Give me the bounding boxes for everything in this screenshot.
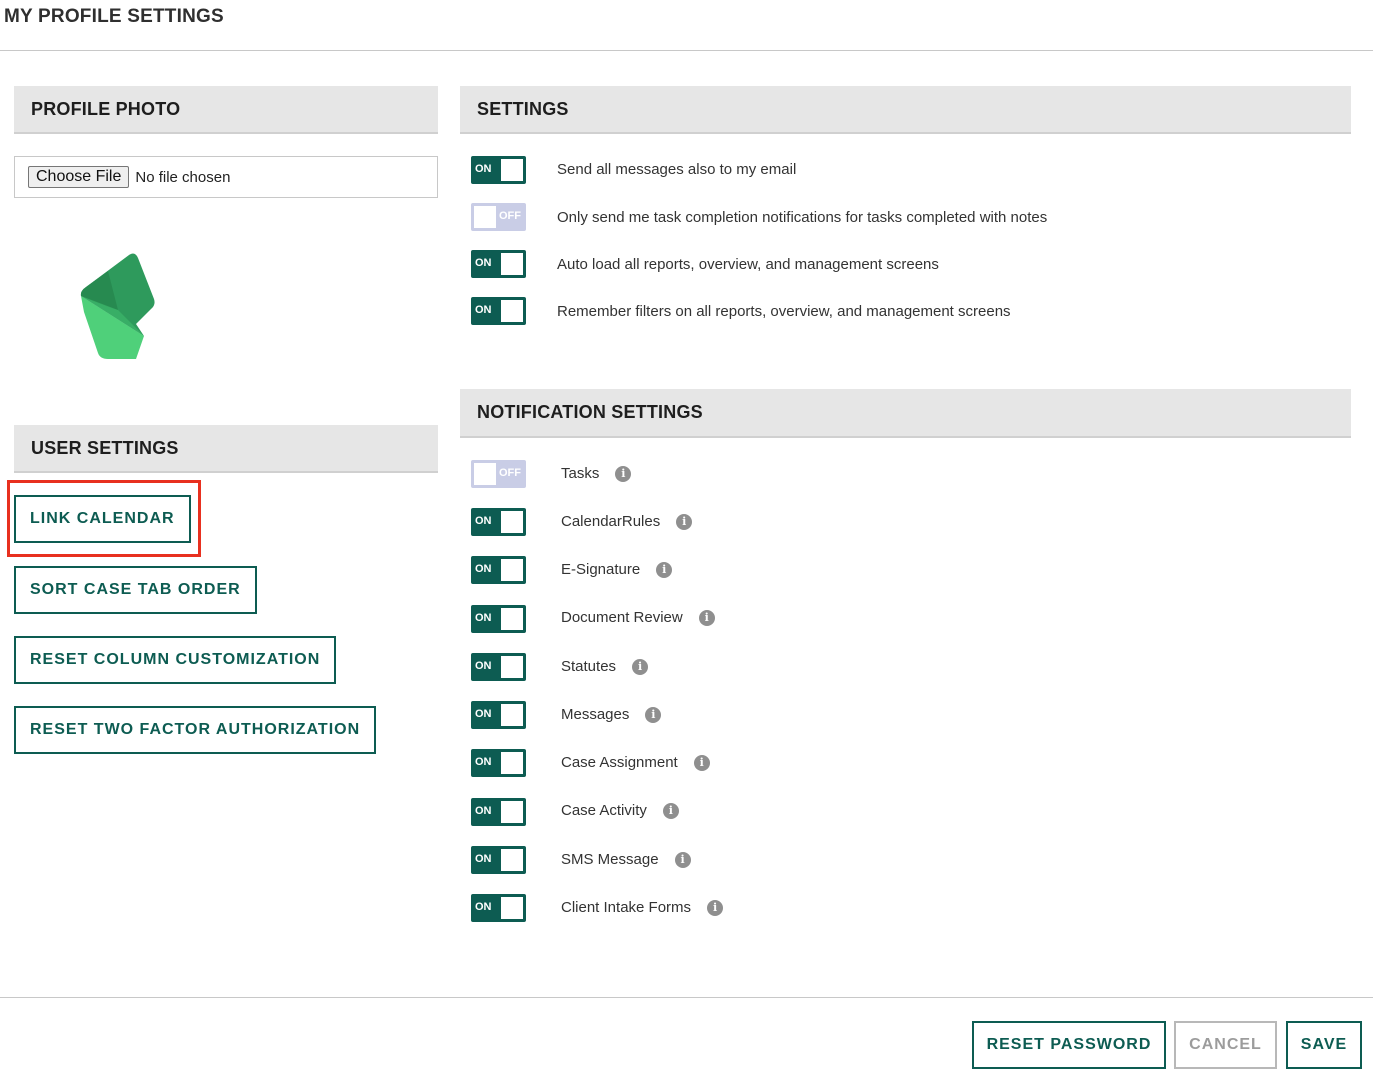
toggle-knob (474, 206, 496, 228)
toggle-notif-sms-message[interactable]: ON (471, 846, 526, 874)
toggle-knob (501, 300, 523, 322)
notif-label-document-review: Document Review i (561, 609, 715, 626)
notif-label-text: Client Intake Forms (561, 899, 692, 916)
info-icon[interactable]: i (707, 899, 724, 916)
notif-label-tasks: Tasks i (561, 465, 632, 482)
notification-settings-header: NOTIFICATION SETTINGS (460, 389, 1351, 438)
setting-label-remember-filters: Remember filters on all reports, overvie… (557, 303, 1011, 320)
toggle-notif-case-activity[interactable]: ON (471, 798, 526, 826)
sort-case-tab-order-button[interactable]: SORT CASE TAB ORDER (14, 566, 257, 614)
notif-label-sms-message: SMS Message i (561, 851, 691, 868)
notif-label-text: CalendarRules (561, 513, 661, 530)
setting-label-auto-load: Auto load all reports, overview, and man… (557, 256, 939, 273)
toggle-state: ON (475, 163, 492, 175)
notif-label-text: SMS Message (561, 851, 659, 868)
toggle-notif-client-intake-forms[interactable]: ON (471, 894, 526, 922)
notif-label-case-assignment: Case Assignment i (561, 754, 710, 771)
toggle-notif-tasks[interactable]: OFF (471, 460, 526, 488)
notif-label-text: Messages (561, 706, 630, 723)
file-input: Choose File No file chosen (14, 156, 438, 198)
toggle-state: ON (475, 257, 492, 269)
toggle-state: ON (475, 515, 492, 527)
toggle-notif-messages[interactable]: ON (471, 701, 526, 729)
toggle-knob (501, 253, 523, 275)
toggle-knob (501, 752, 523, 774)
header-divider (0, 50, 1373, 51)
toggle-state: ON (475, 708, 492, 720)
toggle-state: ON (475, 853, 492, 865)
footer-divider (0, 997, 1373, 998)
toggle-knob (501, 159, 523, 181)
profile-photo-header: PROFILE PHOTO (14, 86, 438, 134)
info-icon[interactable]: i (676, 513, 693, 530)
save-button[interactable]: SAVE (1286, 1021, 1362, 1069)
toggle-state: ON (475, 660, 492, 672)
toggle-state: ON (475, 756, 492, 768)
toggle-state: ON (475, 304, 492, 316)
toggle-notif-calendarrules[interactable]: ON (471, 508, 526, 536)
notif-label-text: Tasks (561, 465, 600, 482)
info-icon[interactable]: i (632, 658, 649, 675)
notif-label-text: Case Activity (561, 802, 647, 819)
notif-label-statutes: Statutes i (561, 658, 649, 675)
toggle-knob (501, 704, 523, 726)
notif-label-text: Document Review (561, 609, 683, 626)
toggle-state: OFF (499, 210, 521, 222)
notif-label-text: E-Signature (561, 561, 641, 578)
info-icon[interactable]: i (698, 609, 715, 626)
toggle-state: ON (475, 563, 492, 575)
setting-label-task-completion-notes: Only send me task completion notificatio… (557, 209, 1048, 226)
info-icon[interactable]: i (615, 465, 632, 482)
toggle-knob (501, 559, 523, 581)
toggle-state: ON (475, 805, 492, 817)
notif-label-text: Statutes (561, 658, 617, 675)
notif-label-case-activity: Case Activity i (561, 802, 679, 819)
toggle-notif-e-signature[interactable]: ON (471, 556, 526, 584)
info-icon[interactable]: i (662, 802, 679, 819)
toggle-state: ON (475, 612, 492, 624)
info-icon[interactable]: i (645, 706, 662, 723)
link-calendar-button[interactable]: LINK CALENDAR (14, 495, 191, 543)
notif-label-e-signature: E-Signature i (561, 561, 673, 578)
app-logo-icon (80, 253, 155, 359)
reset-two-factor-authorization-button[interactable]: RESET TWO FACTOR AUTHORIZATION (14, 706, 377, 754)
user-settings-header: USER SETTINGS (14, 425, 438, 473)
info-icon[interactable]: i (656, 561, 673, 578)
notif-label-calendarrules: CalendarRules i (561, 513, 693, 530)
toggle-knob (501, 849, 523, 871)
toggle-notif-document-review[interactable]: ON (471, 605, 526, 633)
setting-label-email-messages: Send all messages also to my email (557, 161, 797, 178)
cancel-button[interactable]: CANCEL (1174, 1021, 1277, 1069)
reset-column-customization-button[interactable]: RESET COLUMN CUSTOMIZATION (14, 636, 337, 684)
toggle-knob (501, 656, 523, 678)
toggle-knob (501, 897, 523, 919)
toggle-knob (501, 511, 523, 533)
toggle-knob (501, 608, 523, 630)
notif-label-text: Case Assignment (561, 754, 678, 771)
page-title: MY PROFILE SETTINGS (4, 6, 224, 27)
toggle-knob (501, 801, 523, 823)
toggle-notif-case-assignment[interactable]: ON (471, 749, 526, 777)
toggle-remember-filters[interactable]: ON (471, 297, 526, 325)
file-status: No file chosen (135, 168, 231, 186)
toggle-knob (474, 463, 496, 485)
notif-label-client-intake-forms: Client Intake Forms i (561, 899, 724, 916)
toggle-state: ON (475, 901, 492, 913)
settings-header: SETTINGS (460, 86, 1351, 134)
toggle-auto-load[interactable]: ON (471, 250, 526, 278)
info-icon[interactable]: i (674, 851, 691, 868)
toggle-task-completion-notes[interactable]: OFF (471, 203, 526, 231)
toggle-notif-statutes[interactable]: ON (471, 653, 526, 681)
choose-file-button[interactable]: Choose File (28, 166, 130, 188)
toggle-state: OFF (499, 467, 521, 479)
reset-password-button[interactable]: RESET PASSWORD (972, 1021, 1166, 1069)
toggle-email-messages[interactable]: ON (471, 156, 526, 184)
notif-label-messages: Messages i (561, 706, 662, 723)
info-icon[interactable]: i (693, 754, 710, 771)
